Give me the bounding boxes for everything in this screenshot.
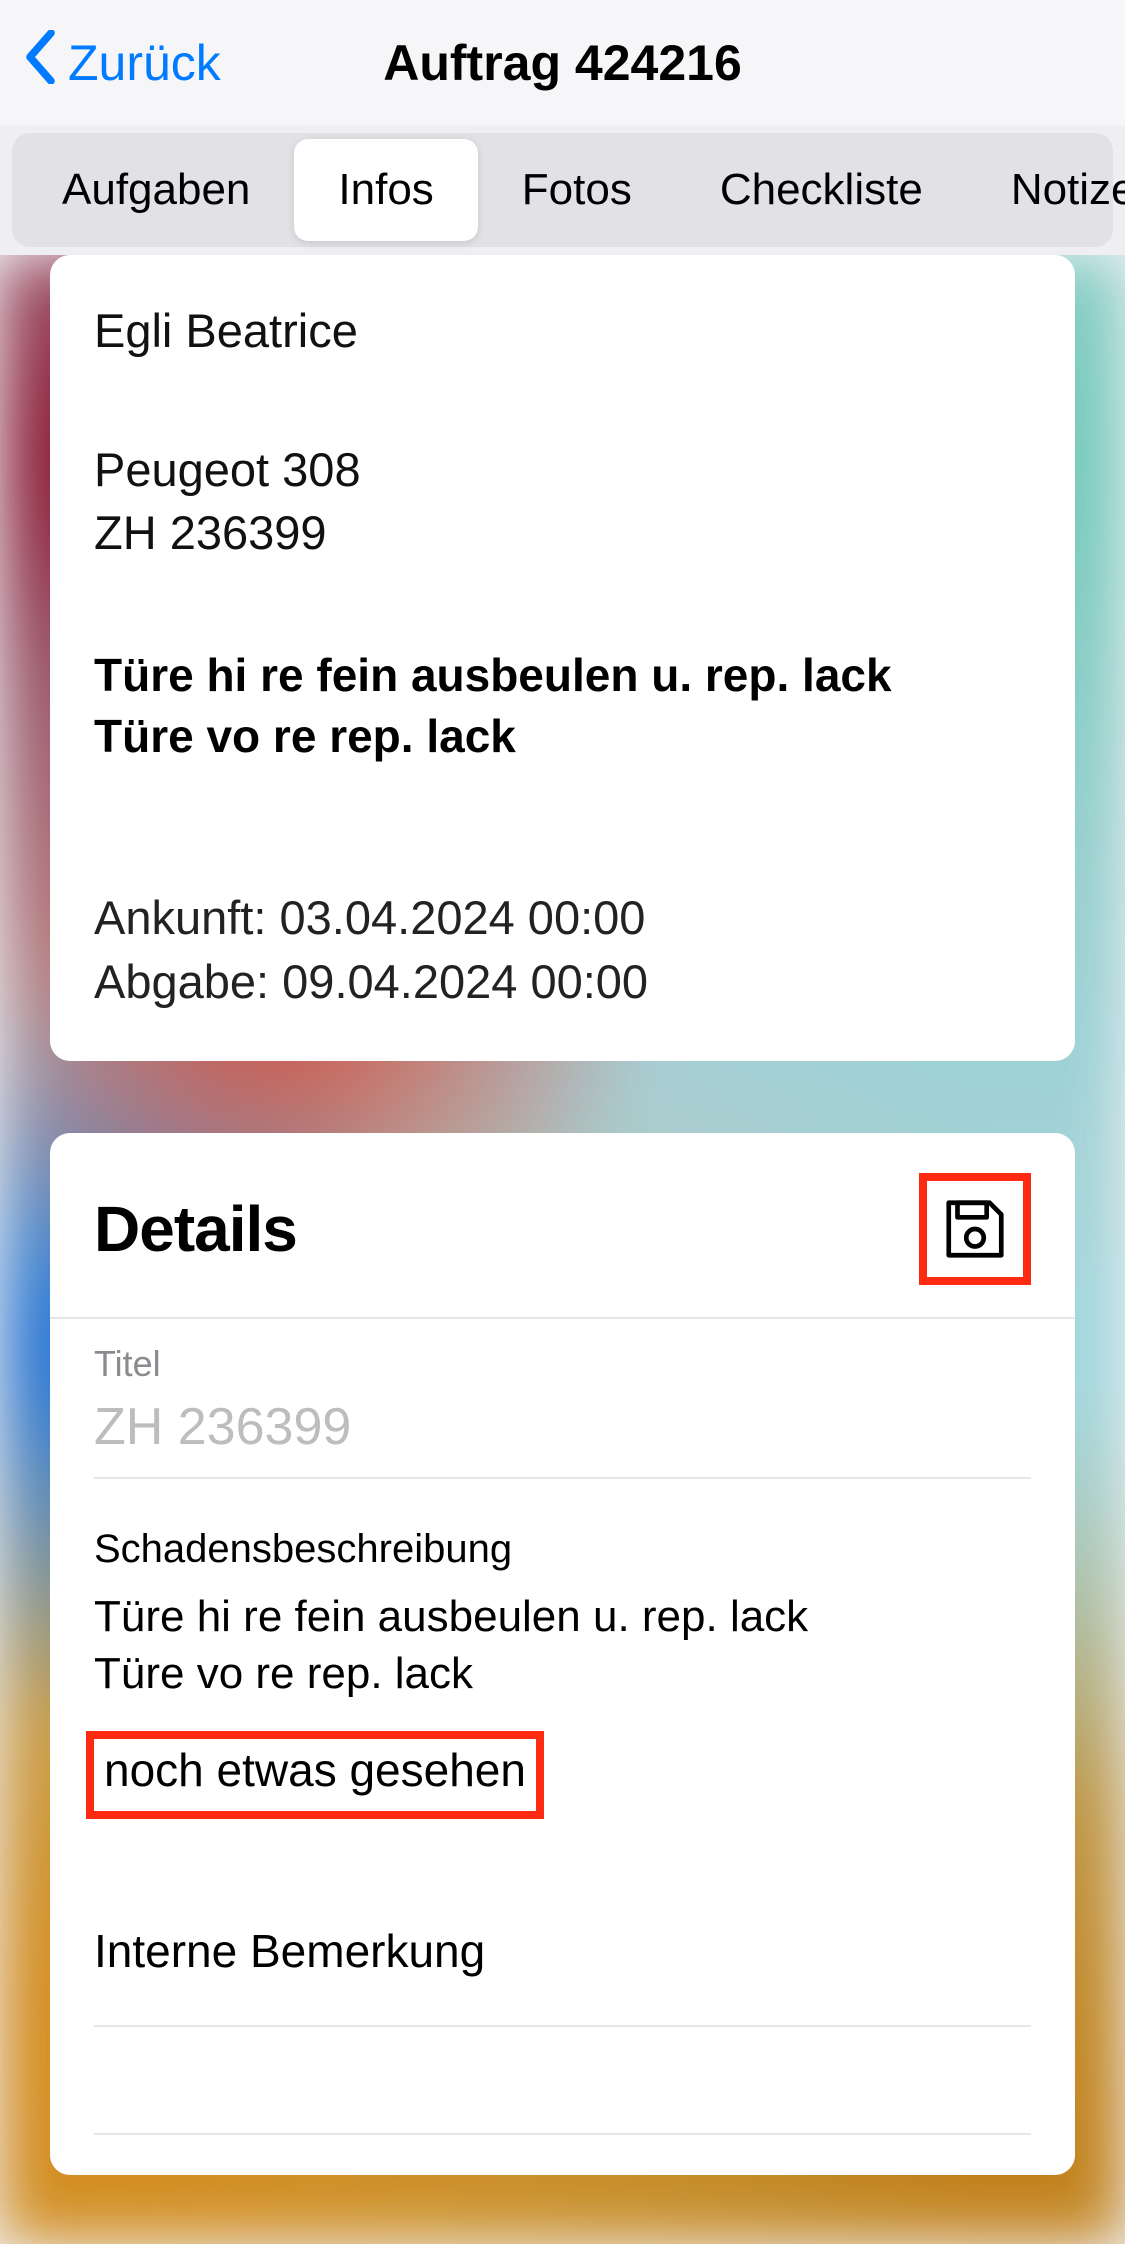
internal-remark-input[interactable] [94,1907,1031,2027]
damage-text[interactable]: Türe hi re fein ausbeulen u. rep. lack T… [94,1588,1031,1702]
tab-notizen[interactable]: Notize [967,139,1125,241]
vehicle-plate: ZH 236399 [94,501,1031,564]
arrival-label: Ankunft: [94,891,266,944]
delivery-row: Abgabe: 09.04.2024 00:00 [94,950,1031,1013]
arrival-row: Ankunft: 03.04.2024 00:00 [94,886,1031,949]
vehicle-model: Peugeot 308 [94,438,1031,501]
tab-aufgaben[interactable]: Aufgaben [18,139,294,241]
vehicle-info: Peugeot 308 ZH 236399 [94,438,1031,565]
chevron-left-icon [24,30,60,96]
spacer-block [50,2051,1075,2135]
delivery-value: 09.04.2024 00:00 [282,955,648,1008]
segmented-bar: Aufgaben Infos Fotos Checkliste Notize [0,125,1125,255]
back-button[interactable]: Zurück [24,30,221,96]
highlight-box-note: noch etwas gesehen [86,1731,544,1819]
page-title: Auftrag 424216 [383,34,742,92]
save-button[interactable] [933,1187,1017,1271]
damage-label: Schadensbeschreibung [94,1527,1031,1572]
arrival-value: 03.04.2024 00:00 [280,891,646,944]
content-scroll[interactable]: Egli Beatrice Peugeot 308 ZH 236399 Türe… [0,255,1125,2244]
details-heading: Details [94,1192,297,1266]
highlight-box-save [919,1173,1031,1285]
title-field-block: Titel [50,1319,1075,1503]
damage-added-note[interactable]: noch etwas gesehen [104,1744,526,1796]
delivery-label: Abgabe: [94,955,269,1008]
save-icon [940,1194,1010,1264]
segmented-control: Aufgaben Infos Fotos Checkliste Notize [12,133,1113,247]
tab-checkliste[interactable]: Checkliste [676,139,967,241]
summary-card: Egli Beatrice Peugeot 308 ZH 236399 Türe… [50,255,1075,1061]
damage-field-block: Schadensbeschreibung Türe hi re fein aus… [50,1503,1075,1850]
back-label: Zurück [68,34,221,92]
work-line-1: Türe hi re fein ausbeulen u. rep. lack [94,645,1031,706]
details-header: Details [50,1173,1075,1319]
customer-name: Egli Beatrice [94,303,1031,358]
tab-infos[interactable]: Infos [294,139,477,241]
work-line-2: Türe vo re rep. lack [94,706,1031,767]
tab-fotos[interactable]: Fotos [478,139,676,241]
internal-remark-block [50,1851,1075,2051]
title-input[interactable] [94,1397,1031,1479]
work-description: Türe hi re fein ausbeulen u. rep. lack T… [94,645,1031,766]
navigation-bar: Zurück Auftrag 424216 [0,0,1125,125]
details-card: Details Titel Schadensbeschreibung [50,1133,1075,2174]
date-block: Ankunft: 03.04.2024 00:00 Abgabe: 09.04.… [94,886,1031,1013]
field-divider [94,2075,1031,2135]
title-label: Titel [94,1343,1031,1385]
